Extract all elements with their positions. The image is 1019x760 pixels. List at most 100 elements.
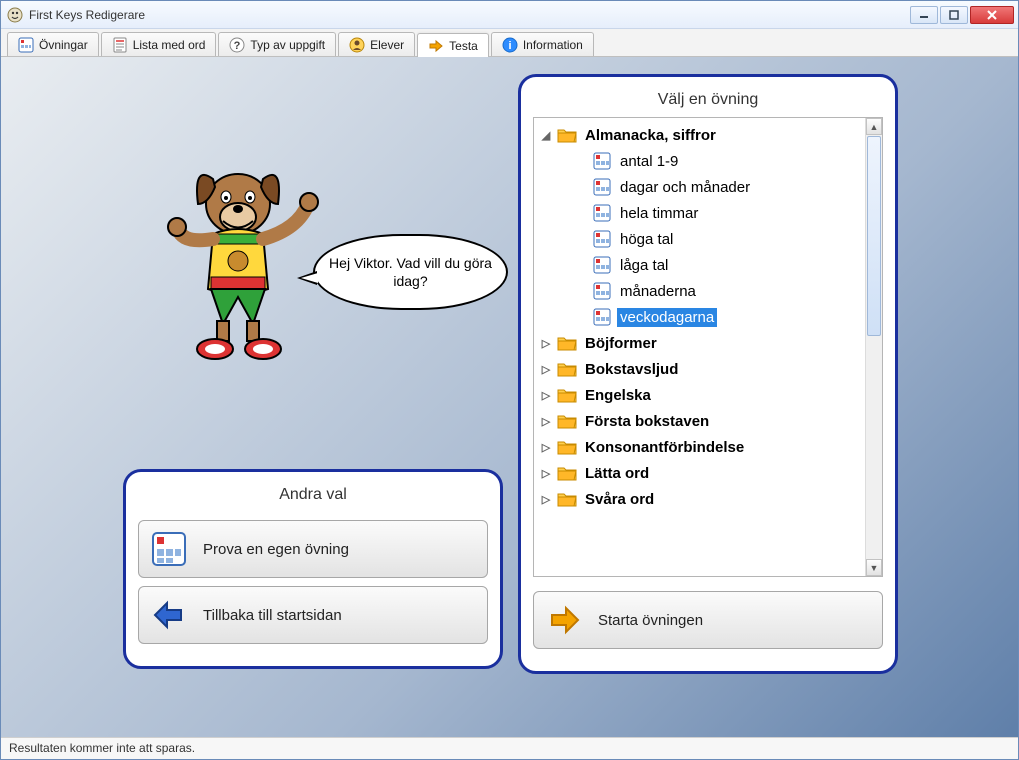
caret-right-icon: ▷ bbox=[540, 389, 552, 402]
svg-text:?: ? bbox=[234, 40, 241, 52]
tree-item-label: Konsonantförbindelse bbox=[582, 438, 747, 457]
scroll-up-button[interactable]: ▲ bbox=[866, 118, 882, 135]
tab-typ-av-uppgift[interactable]: ? Typ av uppgift bbox=[218, 32, 336, 56]
tree-item[interactable]: veckodagarna bbox=[536, 304, 863, 330]
minimize-button[interactable] bbox=[910, 6, 938, 24]
start-exercise-button[interactable]: Starta övningen bbox=[533, 591, 883, 649]
list-icon bbox=[112, 37, 128, 53]
folder-icon bbox=[557, 463, 577, 483]
exercises-icon bbox=[18, 37, 34, 53]
dog-mascot-icon bbox=[153, 149, 323, 369]
titlebar: First Keys Redigerare bbox=[1, 1, 1018, 29]
exercise-file-icon bbox=[592, 203, 612, 223]
exercise-tree-container: ◢ Almanacka, siffror antal 1-9 dagar och må… bbox=[533, 117, 883, 577]
exercise-file-icon bbox=[592, 177, 612, 197]
mascot-container bbox=[153, 149, 333, 369]
tab-ovningar[interactable]: Övningar bbox=[7, 32, 99, 56]
tab-lista-med-ord[interactable]: Lista med ord bbox=[101, 32, 217, 56]
tree-item-label: låga tal bbox=[617, 256, 671, 275]
tab-information[interactable]: i Information bbox=[491, 32, 594, 56]
app-icon bbox=[7, 7, 23, 23]
tab-label: Typ av uppgift bbox=[250, 38, 325, 52]
scrollbar[interactable]: ▲ ▼ bbox=[865, 118, 882, 576]
info-icon: i bbox=[502, 37, 518, 53]
back-to-start-button[interactable]: Tillbaka till startsidan bbox=[138, 586, 488, 644]
scroll-down-button[interactable]: ▼ bbox=[866, 559, 882, 576]
exercise-file-icon bbox=[592, 151, 612, 171]
tab-label: Testa bbox=[449, 39, 478, 53]
close-button[interactable] bbox=[970, 6, 1014, 24]
exercise-file-icon bbox=[592, 281, 612, 301]
status-bar: Resultaten kommer inte att sparas. bbox=[1, 737, 1018, 759]
tree-item-label: dagar och månader bbox=[617, 178, 753, 197]
question-icon: ? bbox=[229, 37, 245, 53]
tree-item-label: månaderna bbox=[617, 282, 699, 301]
tree-item-label: Lätta ord bbox=[582, 464, 652, 483]
tree-folder-collapsed[interactable]: ▷ Konsonantförbindelse bbox=[536, 434, 863, 460]
tree-item-label: höga tal bbox=[617, 230, 676, 249]
speech-text: Hej Viktor. Vad vill du göra idag? bbox=[329, 255, 492, 289]
tree-item-label: antal 1-9 bbox=[617, 152, 681, 171]
status-text: Resultaten kommer inte att sparas. bbox=[9, 741, 195, 755]
folder-icon bbox=[557, 385, 577, 405]
tree-item-label: Engelska bbox=[582, 386, 654, 405]
tree-item[interactable]: höga tal bbox=[536, 226, 863, 252]
tab-strip: Övningar Lista med ord ? Typ av uppgift … bbox=[1, 29, 1018, 57]
try-own-exercise-button[interactable]: Prova en egen övning bbox=[138, 520, 488, 578]
tree-folder-collapsed[interactable]: ▷ Första bokstaven bbox=[536, 408, 863, 434]
tree-folder-collapsed[interactable]: ▷ Bokstavsljud bbox=[536, 356, 863, 382]
tree-item-label: hela timmar bbox=[617, 204, 701, 223]
tree-folder-expanded[interactable]: ◢ Almanacka, siffror bbox=[536, 122, 863, 148]
tree-item[interactable]: dagar och månader bbox=[536, 174, 863, 200]
button-label: Tillbaka till startsidan bbox=[203, 607, 342, 624]
tree-item[interactable]: månaderna bbox=[536, 278, 863, 304]
svg-text:i: i bbox=[508, 40, 511, 52]
panel-title: Välj en övning bbox=[533, 87, 883, 117]
caret-right-icon: ▷ bbox=[540, 337, 552, 350]
exercise-tree[interactable]: ◢ Almanacka, siffror antal 1-9 dagar och må… bbox=[534, 118, 865, 576]
folder-icon bbox=[557, 125, 577, 145]
tree-folder-collapsed[interactable]: ▷ Böjformer bbox=[536, 330, 863, 356]
tree-folder-collapsed[interactable]: ▷ Engelska bbox=[536, 382, 863, 408]
tree-item-label: Almanacka, siffror bbox=[582, 126, 719, 145]
folder-icon bbox=[557, 437, 577, 457]
exercise-file-icon bbox=[592, 255, 612, 275]
exercise-file-icon bbox=[592, 229, 612, 249]
tab-elever[interactable]: Elever bbox=[338, 32, 415, 56]
caret-right-icon: ▷ bbox=[540, 363, 552, 376]
maximize-button[interactable] bbox=[940, 6, 968, 24]
tree-item[interactable]: låga tal bbox=[536, 252, 863, 278]
caret-down-icon: ◢ bbox=[540, 129, 552, 142]
tree-item-label: Svåra ord bbox=[582, 490, 657, 509]
tree-item-label: Bokstavsljud bbox=[582, 360, 681, 379]
app-window: First Keys Redigerare Övningar Lista med… bbox=[0, 0, 1019, 760]
scroll-thumb[interactable] bbox=[867, 136, 881, 336]
folder-icon bbox=[557, 359, 577, 379]
tab-label: Lista med ord bbox=[133, 38, 206, 52]
tree-item-label: Första bokstaven bbox=[582, 412, 712, 431]
caret-right-icon: ▷ bbox=[540, 441, 552, 454]
folder-icon bbox=[557, 411, 577, 431]
button-label: Prova en egen övning bbox=[203, 541, 349, 558]
button-label: Starta övningen bbox=[598, 612, 703, 629]
tree-item[interactable]: hela timmar bbox=[536, 200, 863, 226]
choose-exercise-panel: Välj en övning ◢ Almanacka, siffror antal … bbox=[518, 74, 898, 674]
tree-item[interactable]: antal 1-9 bbox=[536, 148, 863, 174]
folder-icon bbox=[557, 333, 577, 353]
tree-folder-collapsed[interactable]: ▷ Svåra ord bbox=[536, 486, 863, 512]
window-title: First Keys Redigerare bbox=[29, 8, 910, 22]
students-icon bbox=[349, 37, 365, 53]
caret-right-icon: ▷ bbox=[540, 415, 552, 428]
arrow-right-icon bbox=[546, 602, 582, 638]
window-buttons bbox=[910, 6, 1014, 24]
other-choices-panel: Andra val Prova en egen övning Tillbaka … bbox=[123, 469, 503, 669]
tree-item-label: veckodagarna bbox=[617, 308, 717, 327]
speech-bubble: Hej Viktor. Vad vill du göra idag? bbox=[313, 234, 508, 310]
tree-item-label: Böjformer bbox=[582, 334, 660, 353]
tree-folder-collapsed[interactable]: ▷Lätta ord bbox=[536, 460, 863, 486]
tab-label: Övningar bbox=[39, 38, 88, 52]
arrow-left-icon bbox=[151, 597, 187, 633]
caret-right-icon: ▷ bbox=[540, 493, 552, 506]
tab-label: Elever bbox=[370, 38, 404, 52]
tab-testa[interactable]: Testa bbox=[417, 33, 489, 57]
